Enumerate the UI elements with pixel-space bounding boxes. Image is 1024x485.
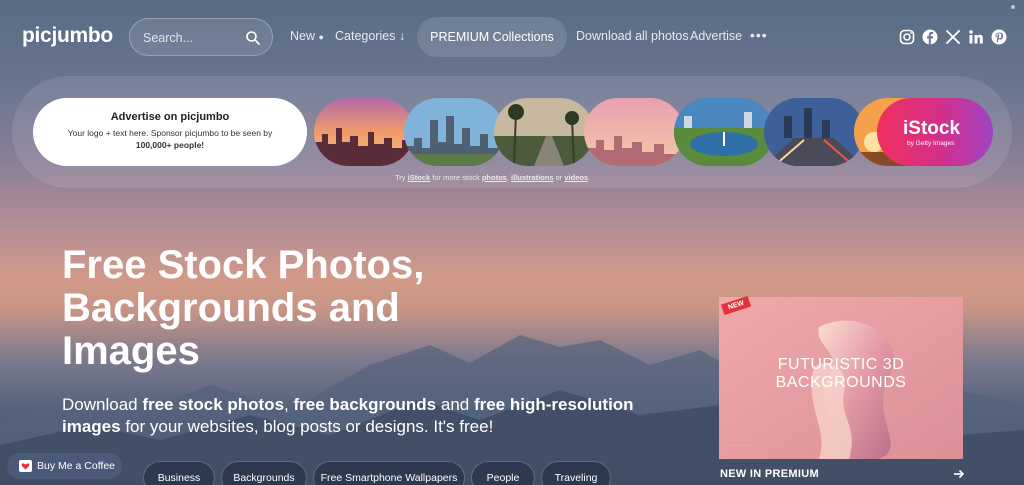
premium-card-title: FUTURISTIC 3D BACKGROUNDS: [775, 356, 907, 391]
try-illustrations-link[interactable]: illustrations: [511, 173, 554, 182]
chip-backgrounds[interactable]: Backgrounds: [221, 461, 307, 485]
stock-thumb-lake-city[interactable]: [674, 98, 774, 166]
stock-thumb-palm-road[interactable]: [494, 98, 594, 166]
try-photos-link[interactable]: photos: [482, 173, 507, 182]
advertise-text-bold: 100,000+ people!: [135, 140, 205, 150]
pinterest-icon[interactable]: [991, 29, 1007, 45]
instagram-icon[interactable]: [899, 29, 915, 45]
corner-dot-icon: [1011, 5, 1015, 9]
stock-thumb-highway-image: [764, 98, 864, 166]
stock-thumb-highway[interactable]: [764, 98, 864, 166]
istock-logo: iStock: [903, 118, 961, 139]
search-icon[interactable]: [245, 30, 261, 46]
advertise-text: Your logo + text here. Sponsor picjumbo …: [33, 127, 307, 151]
istock-sub: by Getty Images: [907, 140, 955, 147]
stock-thumb-city-sunset[interactable]: [314, 98, 414, 166]
more-menu-icon[interactable]: •••: [750, 27, 768, 43]
chip-free-smartphone-wallpapers[interactable]: Free Smartphone Wallpapers: [313, 461, 465, 485]
try-videos-link[interactable]: videos: [564, 173, 588, 182]
top-navigation: picjumbo New ● Categories ↓ PREMIUM Coll…: [0, 0, 1024, 74]
premium-collections-button[interactable]: PREMIUM Collections: [417, 17, 567, 57]
hero-sub-3: and: [436, 395, 474, 414]
search-box[interactable]: [129, 18, 273, 56]
try-or: or: [553, 173, 565, 182]
nav-new[interactable]: New ●: [290, 29, 324, 43]
new-in-premium-link[interactable]: NEW IN PREMIUM: [720, 468, 819, 480]
hero-sub-bold-2: free backgrounds: [293, 395, 437, 414]
chip-people[interactable]: People: [471, 461, 535, 485]
stock-thumb-pink-city[interactable]: [584, 98, 684, 166]
stock-thumb-lake-city-image: [674, 98, 774, 166]
nav-categories[interactable]: Categories ↓: [335, 29, 405, 43]
try-prefix: Try: [395, 173, 408, 182]
nav-download-all[interactable]: Download all photos: [576, 29, 689, 43]
hero-sub-4: for your websites, blog posts or designs…: [120, 417, 494, 436]
hero-sub-bold-1: free stock photos: [142, 395, 285, 414]
try-mid: for more stock: [430, 173, 482, 182]
search-input[interactable]: [143, 28, 243, 48]
try-istock-line: Try iStock for more stock photos, illust…: [395, 173, 590, 182]
try-end: .: [588, 173, 591, 182]
advertise-card[interactable]: Advertise on picjumbo Your logo + text h…: [33, 98, 307, 166]
buy-me-a-coffee-label: Buy Me a Coffee: [37, 460, 116, 472]
nav-categories-label: Categories: [335, 29, 396, 43]
stock-thumb-skyline[interactable]: [404, 98, 504, 166]
dot-icon: ●: [318, 32, 324, 42]
chip-business[interactable]: Business: [143, 461, 215, 485]
linkedin-icon[interactable]: [968, 29, 984, 45]
nav-new-label: New: [290, 29, 316, 43]
hero-title: Free Stock Photos, Backgrounds and Image…: [62, 243, 425, 373]
heart-icon: [19, 460, 32, 472]
chip-traveling[interactable]: Traveling: [541, 461, 611, 485]
stock-thumb-city-sunset-image: [314, 98, 414, 166]
advertise-text-prefix: Your logo + text here. Sponsor picjumbo …: [67, 128, 273, 138]
stock-thumb-palm-road-image: [494, 98, 594, 166]
buy-me-a-coffee-button[interactable]: Buy Me a Coffee: [7, 453, 122, 479]
arrow-right-icon[interactable]: [953, 468, 965, 480]
try-istock-link[interactable]: iStock: [408, 173, 431, 182]
x-icon[interactable]: [945, 29, 961, 45]
stock-thumb-skyline-image: [404, 98, 504, 166]
advertise-title: Advertise on picjumbo: [110, 111, 230, 123]
stock-thumb-pink-city-image: [584, 98, 684, 166]
nav-advertise[interactable]: Advertise: [690, 29, 742, 43]
istock-badge[interactable]: iStock by Getty Images: [877, 98, 993, 166]
hero-sub-1: Download: [62, 395, 143, 414]
facebook-icon[interactable]: [922, 29, 938, 45]
arrow-down-icon: ↓: [398, 29, 406, 43]
premium-card-tagline: · · · · · · · ·: [729, 443, 753, 449]
site-logo[interactable]: picjumbo: [22, 24, 113, 48]
hero-subtitle: Download free stock photos, free backgro…: [62, 394, 652, 438]
premium-card-brand-mark: · · ·: [821, 317, 831, 322]
